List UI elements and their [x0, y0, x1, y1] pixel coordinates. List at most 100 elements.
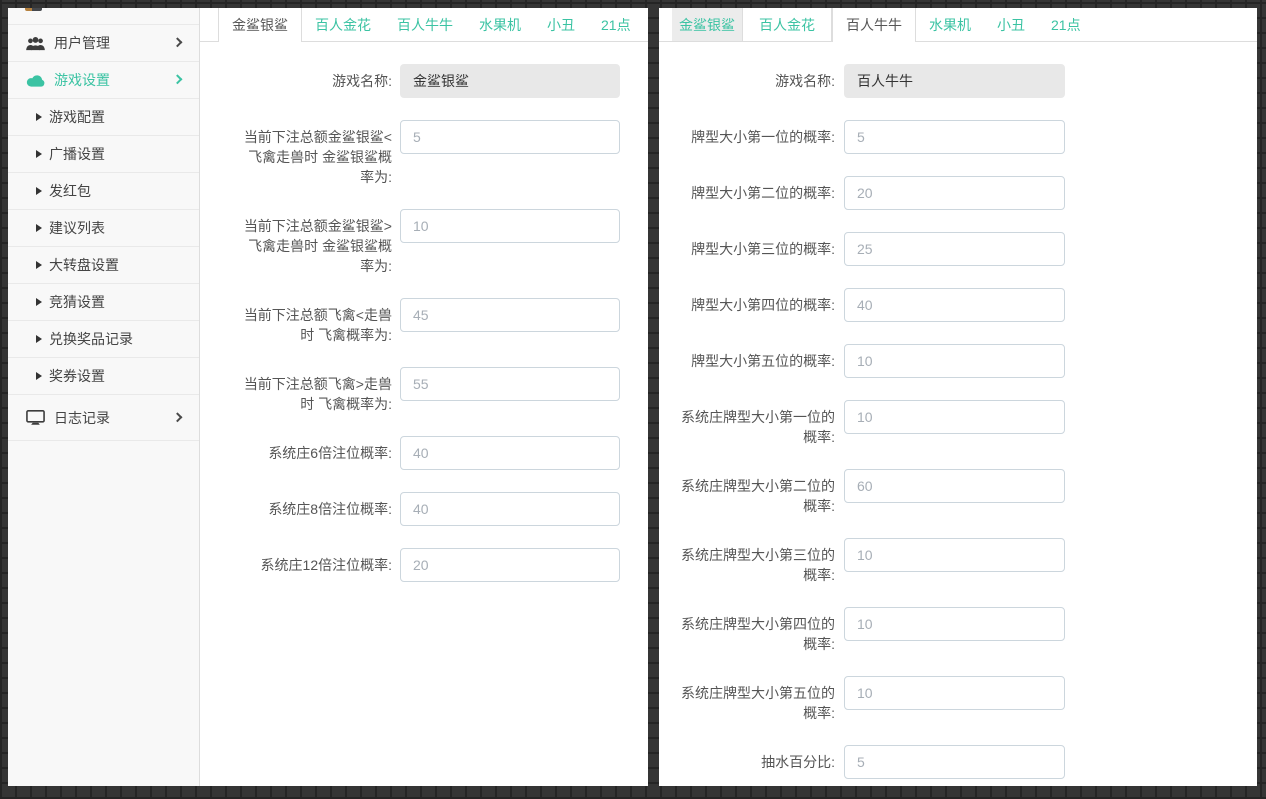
form-row: 系统庄牌型大小第二位的 概率:: [659, 469, 1257, 516]
field-label: 当前下注总额金鲨银鲨> 飞禽走兽时 金鲨银鲨概率为:: [242, 209, 392, 276]
tab[interactable]: 21点: [601, 8, 631, 41]
field-input[interactable]: [844, 607, 1065, 641]
panel-gap: [648, 8, 659, 786]
sidebar-subitem-label: 竞猜设置: [49, 292, 105, 312]
field-label: 系统庄牌型大小第一位的 概率:: [675, 400, 835, 447]
tab[interactable]: 金鲨银鲨: [218, 8, 302, 42]
tab-label: 小丑: [547, 15, 575, 35]
sidebar-subitem[interactable]: 游戏配置: [8, 99, 199, 136]
field-label: 牌型大小第一位的概率:: [675, 120, 835, 147]
field-label: 游戏名称:: [675, 64, 835, 91]
sidebar-subitem-label: 兑换奖品记录: [49, 329, 133, 349]
form-row: 游戏名称:: [200, 64, 648, 98]
form-row: 系统庄8倍注位概率:: [200, 492, 648, 526]
chevron-right-icon: [173, 74, 183, 84]
chevron-right-icon: [173, 37, 183, 47]
field-input[interactable]: [844, 469, 1065, 503]
form-row: 系统庄6倍注位概率:: [200, 436, 648, 470]
caret-right-icon: [36, 113, 42, 121]
sidebar-item-user-management[interactable]: 用户管理: [8, 25, 199, 62]
sidebar-subitem[interactable]: 广播设置: [8, 136, 199, 173]
field-input[interactable]: [400, 548, 620, 582]
field-label: 系统庄牌型大小第三位的 概率:: [675, 538, 835, 585]
monitor-icon: [25, 410, 45, 426]
field-input[interactable]: [400, 436, 620, 470]
field-input[interactable]: [400, 492, 620, 526]
field-input[interactable]: [400, 64, 620, 98]
tab[interactable]: 百人牛牛: [397, 8, 453, 41]
field-input[interactable]: [844, 176, 1065, 210]
sidebar-item-partial[interactable]: [8, 8, 199, 25]
tab-label: 水果机: [479, 15, 521, 35]
field-input[interactable]: [844, 232, 1065, 266]
field-label: 游戏名称:: [242, 64, 392, 91]
tab-label: 百人金花: [315, 15, 371, 35]
game-form-left: 游戏名称: 当前下注总额金鲨银鲨< 飞禽走兽时 金鲨银鲨概率为: 当前下注总额金…: [200, 42, 648, 582]
form-row: 当前下注总额金鲨银鲨< 飞禽走兽时 金鲨银鲨概率为:: [200, 120, 648, 187]
users-icon: [25, 36, 45, 51]
tab[interactable]: 百人金花: [315, 8, 371, 41]
sidebar-subitem-label: 奖券设置: [49, 366, 105, 386]
field-input[interactable]: [844, 344, 1065, 378]
sidebar-subitem-label: 大转盘设置: [49, 255, 119, 275]
field-input[interactable]: [844, 745, 1065, 779]
sidebar-subitem[interactable]: 发红包: [8, 173, 199, 210]
field-input[interactable]: [844, 120, 1065, 154]
form-row: 当前下注总额飞禽<走兽 时 飞禽概率为:: [200, 298, 648, 345]
field-input[interactable]: [400, 120, 620, 154]
tab[interactable]: 金鲨银鲨: [672, 8, 742, 41]
field-label: 系统庄牌型大小第四位的 概率:: [675, 607, 835, 654]
form-row: 抽水百分比:: [659, 745, 1257, 779]
caret-right-icon: [36, 372, 42, 380]
sidebar-subitem[interactable]: 竞猜设置: [8, 284, 199, 321]
field-label: 系统庄6倍注位概率:: [242, 436, 392, 463]
form-row: 当前下注总额金鲨银鲨> 飞禽走兽时 金鲨银鲨概率为:: [200, 209, 648, 276]
tab[interactable]: 水果机: [479, 8, 521, 41]
form-row: 牌型大小第一位的概率:: [659, 120, 1257, 154]
caret-right-icon: [36, 224, 42, 232]
sidebar: 用户管理 游戏设置 游戏配置 广播设置: [8, 8, 200, 786]
cloud-icon: [25, 74, 45, 87]
tab-label: 21点: [1051, 15, 1081, 35]
tab[interactable]: 百人金花: [742, 8, 832, 41]
field-input[interactable]: [844, 538, 1065, 572]
tabbar-left: 金鲨银鲨 百人金花 百人牛牛 水果机 小丑 21点: [200, 8, 648, 42]
tab-label: 百人金花: [759, 15, 815, 35]
field-input[interactable]: [844, 400, 1065, 434]
field-label: 当前下注总额金鲨银鲨< 飞禽走兽时 金鲨银鲨概率为:: [242, 120, 392, 187]
sidebar-item-game-settings[interactable]: 游戏设置: [8, 62, 199, 99]
sidebar-subitem-label: 广播设置: [49, 144, 105, 164]
sidebar-subitem[interactable]: 大转盘设置: [8, 247, 199, 284]
sidebar-subitem[interactable]: 兑换奖品记录: [8, 321, 199, 358]
field-label: 系统庄8倍注位概率:: [242, 492, 392, 519]
sidebar-submenu: 游戏配置 广播设置 发红包 建议列表: [8, 99, 199, 395]
tab[interactable]: 21点: [1051, 8, 1081, 41]
sidebar-item-label: 用户管理: [54, 33, 110, 53]
caret-right-icon: [36, 261, 42, 269]
sidebar-subitem[interactable]: 建议列表: [8, 210, 199, 247]
field-label: 牌型大小第五位的概率:: [675, 344, 835, 371]
tab-label: 小丑: [997, 15, 1025, 35]
tab[interactable]: 水果机: [929, 8, 971, 41]
field-input[interactable]: [400, 367, 620, 401]
form-row: 系统庄12倍注位概率:: [200, 548, 648, 582]
tab[interactable]: 小丑: [997, 8, 1025, 41]
sidebar-item-logs[interactable]: 日志记录: [8, 395, 199, 441]
field-input[interactable]: [844, 676, 1065, 710]
field-input[interactable]: [400, 298, 620, 332]
tab-label: 金鲨银鲨: [232, 15, 288, 35]
field-input[interactable]: [844, 64, 1065, 98]
form-row: 系统庄牌型大小第五位的 概率:: [659, 676, 1257, 723]
partial-icon: [25, 8, 42, 11]
admin-app: 用户管理 游戏设置 游戏配置 广播设置: [8, 8, 1257, 786]
tab[interactable]: 小丑: [547, 8, 575, 41]
tab[interactable]: 百人牛牛: [832, 8, 916, 42]
chevron-right-icon: [173, 412, 183, 422]
form-row: 牌型大小第五位的概率:: [659, 344, 1257, 378]
field-input[interactable]: [400, 209, 620, 243]
field-label: 系统庄12倍注位概率:: [242, 548, 392, 575]
sidebar-subitem[interactable]: 奖券设置: [8, 358, 199, 395]
field-input[interactable]: [844, 288, 1065, 322]
sidebar-item-label: 游戏设置: [54, 70, 110, 90]
tab-label: 百人牛牛: [846, 15, 902, 35]
